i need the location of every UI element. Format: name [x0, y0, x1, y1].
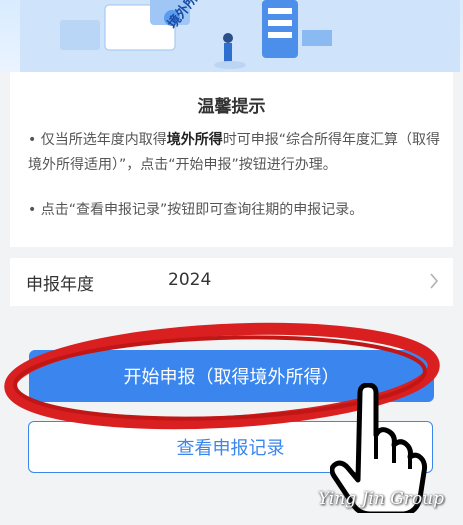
watermark: Ying Jin Group [318, 489, 444, 509]
year-value: 2024 [168, 270, 212, 290]
tip1-bold: 境外所得 [166, 132, 223, 148]
tips-title: 温馨提示 [197, 97, 266, 117]
year-selector[interactable]: 申报年度 2024 [10, 258, 453, 306]
tip-foreign-income: • 仅当所选年度内取得境外所得时可申报“综合所得年度汇算（取得境外所得适用）”，… [28, 128, 440, 178]
tip-view-records: • 点击“查看申报记录”按钮即可查询往期的申报记录。 [28, 202, 364, 218]
view-records-button[interactable]: 查看申报记录 [28, 421, 433, 473]
banner-illustration [20, 0, 460, 72]
tip1-prefix: • 仅当所选年度内取得 [28, 132, 167, 148]
year-label: 申报年度 [26, 275, 94, 295]
chevron-right-icon [430, 273, 439, 289]
header-banner: 境外所得 [0, 0, 463, 72]
tips-card: 温馨提示 • 仅当所选年度内取得境外所得时可申报“综合所得年度汇算（取得境外所得… [10, 72, 453, 247]
start-declaration-button[interactable]: 开始申报（取得境外所得） [29, 350, 434, 402]
